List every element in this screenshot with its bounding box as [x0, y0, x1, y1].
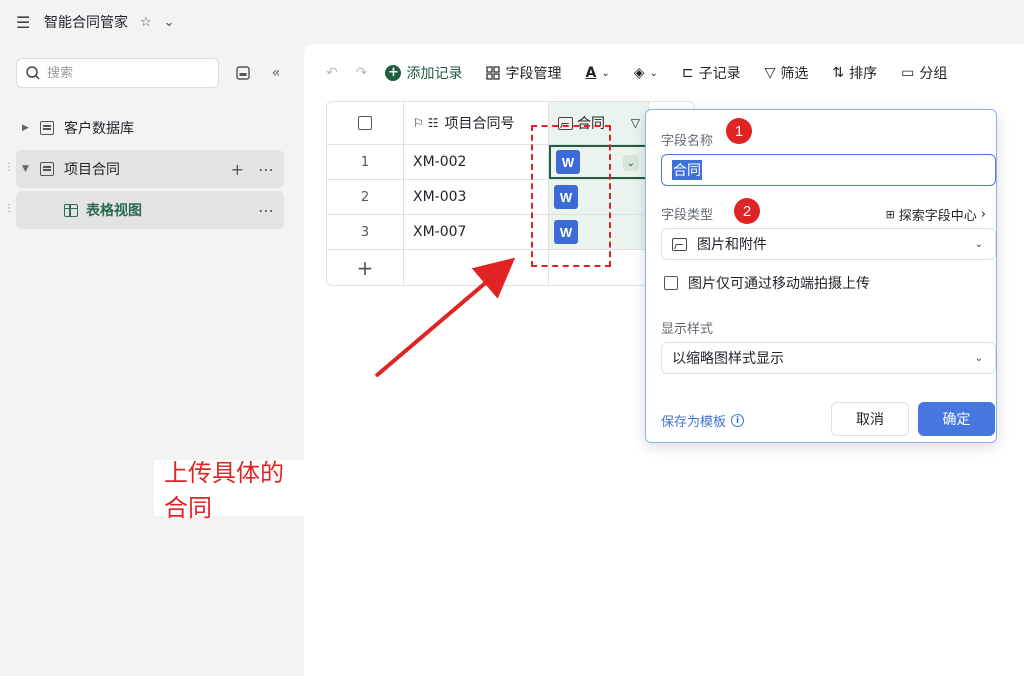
mobile-only-checkbox[interactable] [664, 276, 678, 290]
chevron-down-icon: ⌄ [974, 238, 983, 250]
grid-icon: ⊞ [885, 208, 895, 221]
info-icon[interactable]: i [731, 414, 745, 427]
save-template-label: 保存为模板 [661, 415, 727, 430]
step-badge-1: 1 [726, 118, 752, 144]
field-name-label: 字段名称 [661, 134, 714, 149]
field-type-label: 字段类型 [661, 208, 714, 223]
display-style-select[interactable]: 以缩略图样式显示 ⌄ [661, 342, 996, 374]
field-config-dialog: 字段名称 1 合同 字段类型 2 ⊞ 探索字段中心 › 图片和附件 ⌄ 图片仅可… [645, 109, 997, 443]
field-type-select[interactable]: 图片和附件 ⌄ [661, 228, 996, 260]
mobile-only-option[interactable]: 图片仅可通过移动端拍摄上传 [664, 273, 870, 293]
mobile-only-label: 图片仅可通过移动端拍摄上传 [688, 276, 870, 292]
display-style-value: 以缩略图样式显示 [672, 351, 784, 367]
chevron-right-icon: › [980, 207, 986, 222]
cancel-button[interactable]: 取消 [831, 402, 909, 436]
display-style-label: 显示样式 [661, 322, 714, 337]
confirm-button[interactable]: 确定 [918, 402, 995, 436]
explore-link-label: 探索字段中心 [898, 209, 977, 224]
explore-field-center-link[interactable]: ⊞ 探索字段中心 › [886, 205, 986, 224]
field-type-value: 图片和附件 [697, 237, 767, 253]
save-as-template-link[interactable]: 保存为模板 i [661, 411, 745, 430]
field-name-input[interactable]: 合同 [661, 154, 996, 186]
chevron-down-icon: ⌄ [974, 352, 983, 364]
step-badge-2: 2 [734, 198, 760, 224]
image-icon [672, 237, 687, 251]
annotation-label: 上传具体的合同 [154, 459, 304, 522]
field-name-value: 合同 [672, 160, 702, 180]
